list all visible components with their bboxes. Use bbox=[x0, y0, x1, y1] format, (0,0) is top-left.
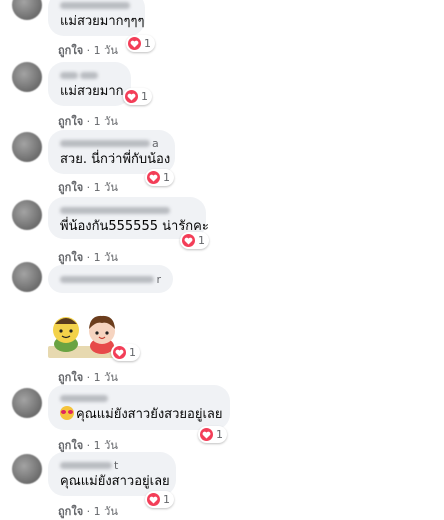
avatar[interactable] bbox=[12, 200, 42, 230]
like-button[interactable]: ถูกใจ bbox=[58, 44, 83, 57]
avatar[interactable] bbox=[12, 262, 42, 292]
avatar[interactable] bbox=[12, 0, 42, 20]
comment-bubble: a สวย. นี่กว่าพี่กับน้อง bbox=[48, 130, 175, 174]
comment-time[interactable]: 1 วัน bbox=[94, 181, 118, 194]
comment-time[interactable]: 1 วัน bbox=[94, 115, 118, 128]
comment-text: สวย. นี่กว่าพี่กับน้อง bbox=[60, 152, 171, 167]
comment-bubble: แม่สวยมาก bbox=[48, 62, 131, 106]
heart-icon bbox=[147, 493, 160, 506]
heart-icon bbox=[125, 90, 138, 103]
reaction-count[interactable]: 1 bbox=[180, 232, 209, 249]
comment-text: แม่สวยมากๆๆๆ bbox=[60, 14, 145, 29]
commenter-name[interactable]: r bbox=[60, 273, 161, 286]
comment-meta: ถูกใจ · 1 วัน bbox=[58, 371, 118, 384]
reaction-count[interactable]: 1 bbox=[111, 344, 140, 361]
reaction-count[interactable]: 1 bbox=[145, 491, 174, 508]
comment-text: คุณแม่ยังสาวอยู่เลย bbox=[60, 474, 170, 489]
reaction-count[interactable]: 1 bbox=[126, 35, 155, 52]
avatar[interactable] bbox=[12, 388, 42, 418]
like-button[interactable]: ถูกใจ bbox=[58, 439, 83, 452]
like-button[interactable]: ถูกใจ bbox=[58, 371, 83, 384]
reaction-count[interactable]: 1 bbox=[123, 88, 152, 105]
heart-icon bbox=[147, 171, 160, 184]
comment-text: พี่น้องกัน555555 น่ารักคะ bbox=[60, 219, 209, 234]
avatar[interactable] bbox=[12, 454, 42, 484]
comment-time[interactable]: 1 วัน bbox=[94, 371, 118, 384]
comment-meta: ถูกใจ · 1 วัน bbox=[58, 115, 118, 128]
commenter-name[interactable] bbox=[60, 392, 218, 404]
commenter-name[interactable] bbox=[60, 0, 133, 11]
comment-time[interactable]: 1 วัน bbox=[94, 44, 118, 57]
heart-icon bbox=[113, 346, 126, 359]
commenter-name[interactable]: t bbox=[60, 459, 164, 472]
comment-meta: ถูกใจ · 1 วัน bbox=[58, 181, 118, 194]
heart-icon bbox=[128, 37, 141, 50]
comment-meta: ถูกใจ · 1 วัน bbox=[58, 44, 118, 57]
comment-meta: ถูกใจ · 1 วัน bbox=[58, 251, 118, 264]
comment-meta: ถูกใจ · 1 วัน bbox=[58, 505, 118, 518]
commenter-name[interactable]: a bbox=[60, 137, 163, 150]
comment-time[interactable]: 1 วัน bbox=[94, 439, 118, 452]
reaction-count[interactable]: 1 bbox=[198, 426, 227, 443]
like-button[interactable]: ถูกใจ bbox=[58, 251, 83, 264]
comment-time[interactable]: 1 วัน bbox=[94, 251, 118, 264]
like-button[interactable]: ถูกใจ bbox=[58, 505, 83, 518]
commenter-name[interactable] bbox=[60, 69, 119, 81]
like-button[interactable]: ถูกใจ bbox=[58, 115, 83, 128]
like-button[interactable]: ถูกใจ bbox=[58, 181, 83, 194]
comment-bubble: คุณแม่ยังสาวยังสวยอยู่เลย bbox=[48, 385, 230, 430]
comment-bubble: พี่น้องกัน555555 น่ารักคะ bbox=[48, 197, 209, 239]
comment-text: แม่สวยมาก bbox=[60, 84, 124, 99]
comment-bubble: แม่สวยมากๆๆๆ bbox=[48, 0, 145, 36]
comment-time[interactable]: 1 วัน bbox=[94, 505, 118, 518]
comment-bubble: r bbox=[48, 265, 173, 293]
reaction-count[interactable]: 1 bbox=[145, 169, 174, 186]
commenter-name[interactable] bbox=[60, 204, 194, 216]
comment-bubble: t คุณแม่ยังสาวอยู่เลย bbox=[48, 452, 176, 496]
comment-text: คุณแม่ยังสาวยังสวยอยู่เลย bbox=[60, 406, 222, 423]
heart-eyes-emoji bbox=[60, 406, 74, 420]
avatar[interactable] bbox=[12, 62, 42, 92]
heart-icon bbox=[200, 428, 213, 441]
heart-icon bbox=[182, 234, 195, 247]
avatar[interactable] bbox=[12, 132, 42, 162]
